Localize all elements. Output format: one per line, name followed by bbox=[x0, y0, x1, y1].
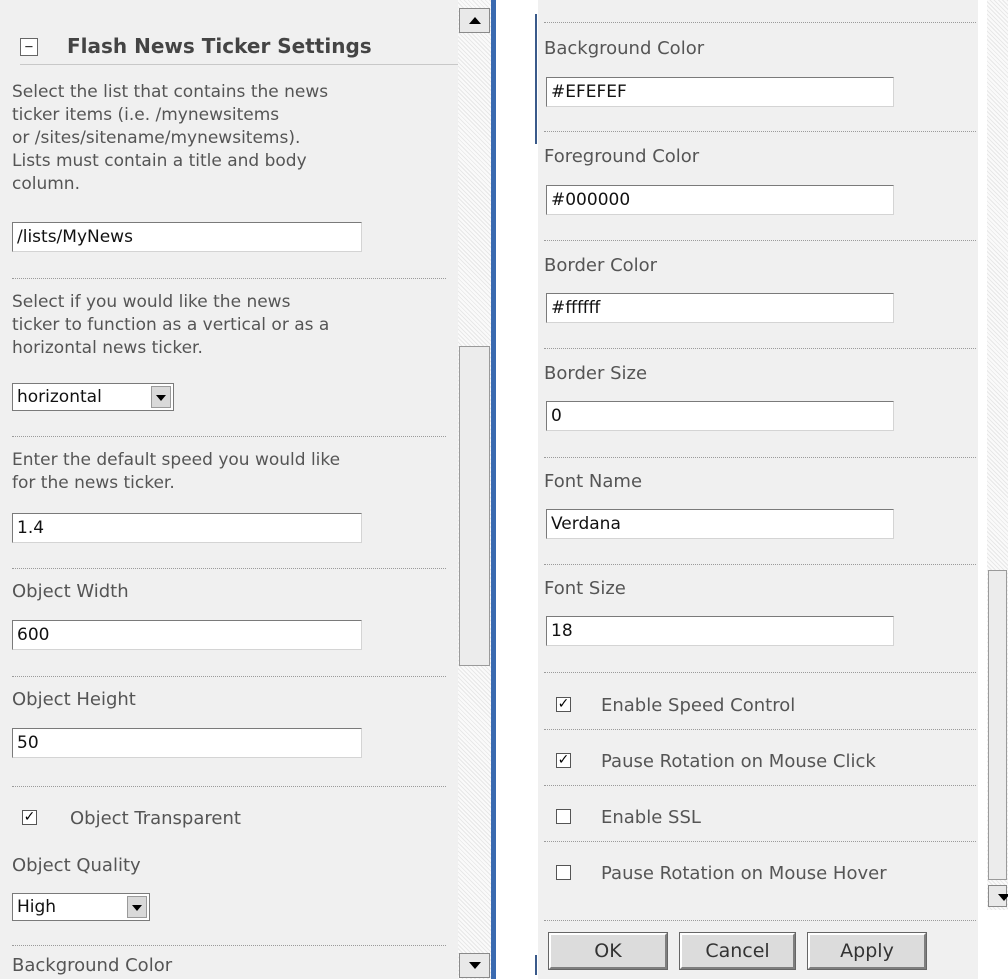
divider bbox=[12, 676, 446, 677]
right-scrollbar[interactable] bbox=[987, 0, 1008, 910]
object-transparent-label: Object Transparent bbox=[70, 808, 241, 829]
divider bbox=[544, 841, 976, 842]
divider bbox=[12, 786, 446, 787]
title-divider bbox=[20, 64, 458, 65]
orientation-select-value: horizontal bbox=[17, 387, 102, 407]
divider bbox=[544, 240, 976, 241]
cancel-button[interactable]: Cancel bbox=[679, 932, 796, 970]
border-size-input[interactable] bbox=[546, 401, 894, 431]
object-height-input[interactable] bbox=[12, 728, 362, 758]
panel-edge-marker bbox=[535, 955, 537, 975]
scroll-down-icon[interactable] bbox=[988, 885, 1008, 907]
border-size-label: Border Size bbox=[544, 363, 648, 384]
collapse-icon[interactable]: − bbox=[20, 38, 38, 56]
pause-on-click-checkbox[interactable]: ✓ bbox=[556, 753, 571, 768]
divider bbox=[544, 920, 976, 921]
divider bbox=[544, 457, 976, 458]
divider bbox=[12, 436, 446, 437]
orientation-description: Select if you would like the news ticker… bbox=[12, 292, 330, 358]
divider bbox=[544, 785, 976, 786]
divider bbox=[12, 568, 446, 569]
foreground-color-label: Foreground Color bbox=[544, 146, 700, 167]
section-title: Flash News Ticker Settings bbox=[67, 34, 372, 58]
background-color-input[interactable] bbox=[546, 77, 894, 107]
pause-on-hover-checkbox[interactable] bbox=[556, 865, 571, 880]
border-color-input[interactable] bbox=[546, 293, 894, 323]
chevron-down-icon[interactable] bbox=[151, 386, 171, 408]
scroll-up-icon[interactable] bbox=[459, 8, 490, 33]
foreground-color-input[interactable] bbox=[546, 185, 894, 215]
chevron-down-icon[interactable] bbox=[127, 896, 147, 918]
divider bbox=[544, 131, 976, 132]
pause-on-click-label: Pause Rotation on Mouse Click bbox=[601, 751, 876, 772]
divider bbox=[544, 22, 976, 23]
speed-input[interactable] bbox=[12, 513, 362, 543]
left-scrollbar[interactable] bbox=[458, 0, 491, 979]
divider bbox=[544, 672, 976, 673]
enable-ssl-label: Enable SSL bbox=[601, 807, 701, 828]
object-width-label: Object Width bbox=[12, 581, 129, 602]
background-color-label-partial: Background Color bbox=[12, 955, 173, 976]
scroll-thumb[interactable] bbox=[988, 570, 1007, 880]
right-settings-panel: Background Color Foreground Color Border… bbox=[538, 0, 978, 979]
speed-description: Enter the default speed you would like f… bbox=[12, 450, 341, 493]
enable-speed-control-checkbox[interactable]: ✓ bbox=[556, 697, 571, 712]
pause-on-hover-label: Pause Rotation on Mouse Hover bbox=[601, 863, 887, 884]
object-quality-select[interactable]: High bbox=[12, 893, 150, 921]
apply-button[interactable]: Apply bbox=[807, 932, 927, 970]
divider bbox=[544, 729, 976, 730]
enable-ssl-checkbox[interactable] bbox=[556, 809, 571, 824]
scroll-down-icon[interactable] bbox=[459, 953, 490, 978]
list-url-input[interactable] bbox=[12, 222, 362, 252]
border-color-label: Border Color bbox=[544, 255, 658, 276]
object-quality-select-value: High bbox=[17, 897, 57, 917]
ok-button[interactable]: OK bbox=[548, 932, 668, 970]
divider bbox=[544, 348, 976, 349]
font-name-label: Font Name bbox=[544, 471, 643, 492]
divider bbox=[12, 278, 446, 279]
scroll-thumb[interactable] bbox=[459, 346, 490, 666]
divider bbox=[12, 945, 446, 946]
font-size-label: Font Size bbox=[544, 578, 626, 599]
left-settings-panel: − Flash News Ticker Settings Select the … bbox=[0, 0, 458, 979]
divider bbox=[544, 564, 976, 565]
object-quality-label: Object Quality bbox=[12, 855, 141, 876]
font-size-input[interactable] bbox=[546, 616, 894, 646]
font-name-input[interactable] bbox=[546, 509, 894, 539]
object-width-input[interactable] bbox=[12, 620, 362, 650]
object-height-label: Object Height bbox=[12, 689, 136, 710]
enable-speed-control-label: Enable Speed Control bbox=[601, 695, 796, 716]
panel-edge-marker bbox=[535, 14, 537, 144]
object-transparent-checkbox[interactable]: ✓ bbox=[22, 810, 37, 825]
background-color-label: Background Color bbox=[544, 38, 705, 59]
section-header: − Flash News Ticker Settings bbox=[20, 34, 458, 65]
panel-border-bar bbox=[491, 0, 496, 979]
list-description: Select the list that contains the news t… bbox=[12, 82, 329, 194]
orientation-select[interactable]: horizontal bbox=[12, 383, 174, 411]
